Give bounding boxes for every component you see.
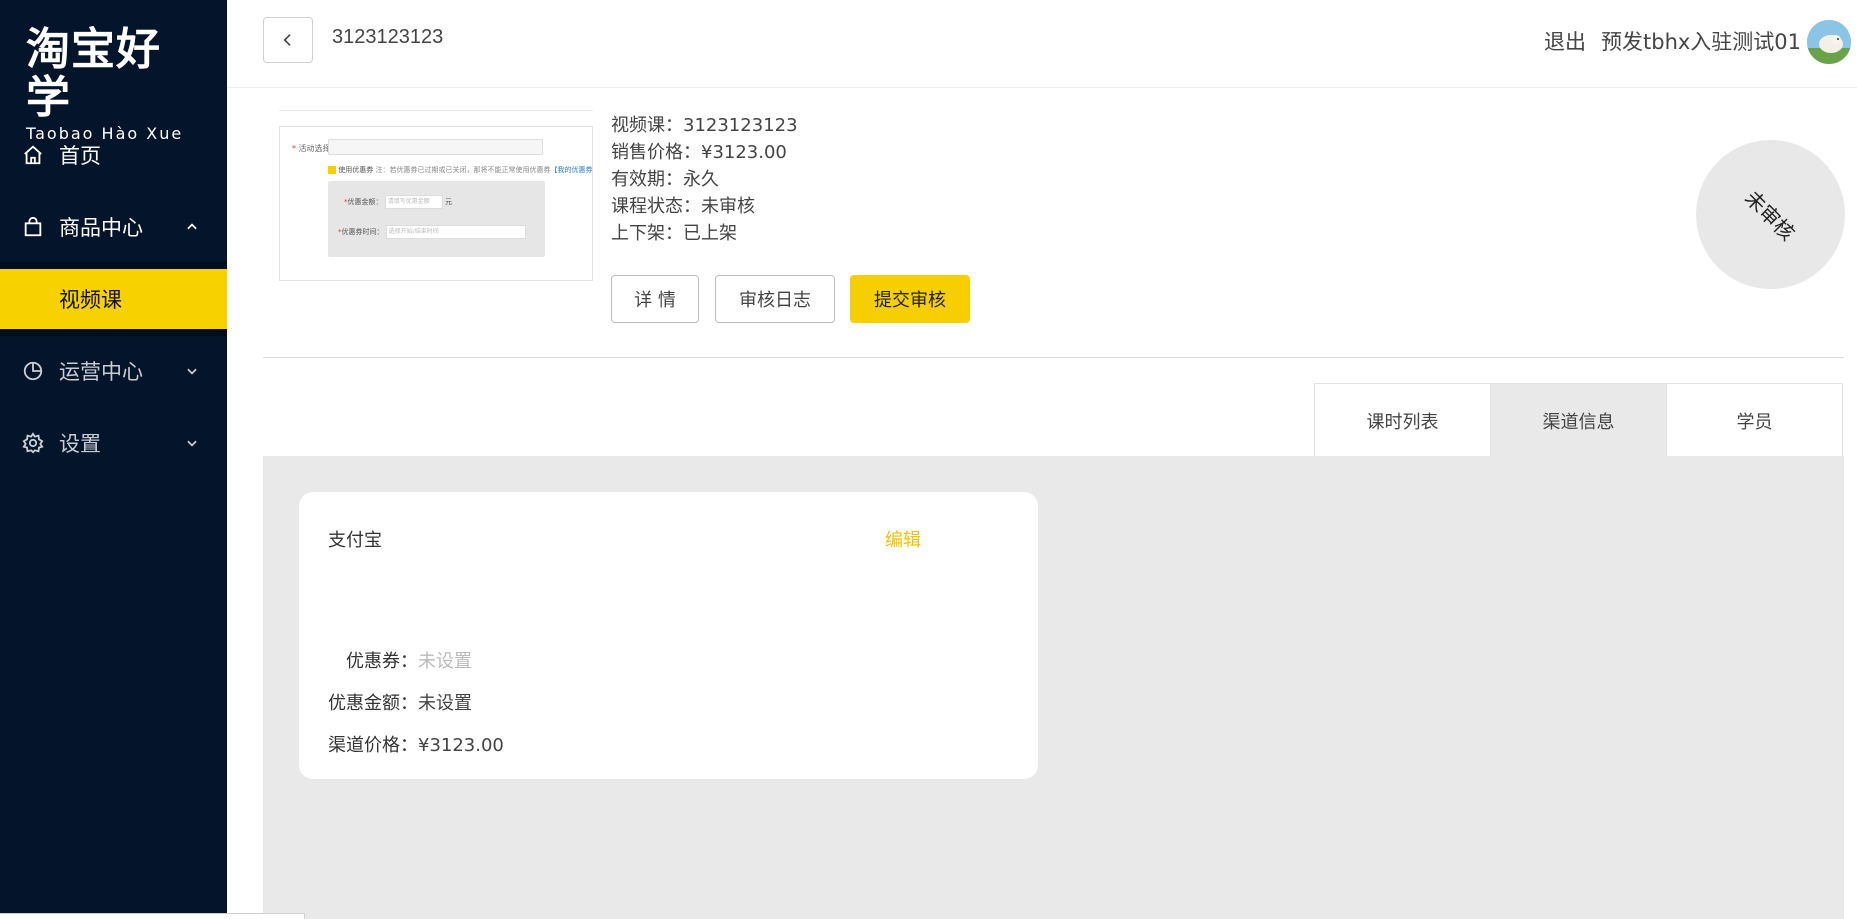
back-button[interactable] — [263, 17, 313, 63]
coupon-field: 优惠券：未设置 — [328, 647, 472, 673]
thumb-link: 【我的优惠券】 — [550, 166, 593, 174]
sidebar-item-label: 商品中心 — [59, 216, 143, 240]
tab-channel-info[interactable]: 渠道信息 — [1491, 384, 1667, 457]
section-divider — [263, 357, 1844, 358]
course-info: 视频课：3123123123 销售价格：¥3123.00 有效期：永久 课程状态… — [611, 112, 798, 247]
channel-card: 支付宝 编辑 优惠券：未设置 优惠金额：未设置 渠道价格：¥3123.00 — [299, 492, 1038, 779]
thumb-amount-input: 请填写优惠金额 — [384, 195, 443, 209]
thumb-amount-unit: 元 — [444, 198, 452, 206]
channel-price-field: 渠道价格：¥3123.00 — [328, 731, 504, 757]
gear-icon — [21, 431, 45, 455]
channel-price-label: 渠道价格： — [328, 735, 418, 756]
thumb-amount-label: 优惠金额： — [347, 198, 383, 206]
page-title: 3123123123 — [332, 26, 444, 48]
status-badge-text: 未审核 — [1739, 185, 1800, 246]
chevron-down-icon — [183, 434, 201, 452]
horizontal-scrollbar[interactable] — [0, 913, 305, 919]
tab-lesson-list[interactable]: 课时列表 — [1315, 384, 1491, 457]
sidebar-item-settings[interactable]: 设置 — [0, 413, 227, 473]
top-header: 3123123123 退出 预发tbhx入驻测试01 — [227, 0, 1857, 88]
thumb-coupon-check: 使用优惠券 — [338, 166, 374, 174]
sidebar-item-video-course[interactable]: 视频课 — [0, 269, 227, 329]
tab-bar: 课时列表 渠道信息 学员 — [1314, 383, 1843, 457]
chevron-down-icon — [183, 362, 201, 380]
sidebar-item-label: 设置 — [59, 432, 101, 456]
app-root: 淘宝好学 Taobao Hào Xue 首页 商品中心 视频课 运营中心 设置 … — [0, 0, 1857, 919]
sidebar-item-operations[interactable]: 运营中心 — [0, 341, 227, 401]
thumb-note: 注：若优惠券已过期或已关闭，那将不能正常使用优惠券 — [375, 166, 551, 174]
logout-link[interactable]: 退出 — [1544, 26, 1586, 56]
status-badge: 未审核 — [1696, 140, 1845, 289]
detail-button[interactable]: 详 情 — [611, 275, 699, 323]
course-video-name: 视频课：3123123123 — [611, 115, 798, 136]
checkbox-icon — [328, 166, 336, 174]
thumb-time-label: 优惠券时间： — [341, 228, 384, 236]
course-thumbnail: * 活动选择 使用优惠券 注：若优惠券已过期或已关闭，那将不能正常使用优惠券【我… — [279, 126, 593, 281]
edit-link[interactable]: 编辑 — [885, 526, 921, 552]
discount-label: 优惠金额： — [328, 693, 418, 714]
course-shelf-status: 上下架：已上架 — [611, 223, 737, 244]
thumbnail-topline — [279, 110, 593, 111]
chevron-up-icon — [183, 218, 201, 236]
sidebar-item-products[interactable]: 商品中心 — [0, 197, 227, 257]
sidebar: 淘宝好学 Taobao Hào Xue 首页 商品中心 视频课 运营中心 设置 — [0, 0, 227, 919]
thumb-select — [328, 139, 543, 155]
home-icon — [21, 143, 45, 167]
discount-value: 未设置 — [418, 693, 472, 714]
course-price: 销售价格：¥3123.00 — [611, 142, 787, 163]
bag-icon — [21, 215, 45, 239]
thumb-label: 活动选择 — [298, 144, 331, 153]
channel-content: 支付宝 编辑 优惠券：未设置 优惠金额：未设置 渠道价格：¥3123.00 — [263, 456, 1844, 919]
tab-students[interactable]: 学员 — [1667, 384, 1843, 457]
coupon-label: 优惠券： — [346, 651, 418, 672]
coupon-value: 未设置 — [418, 651, 472, 672]
thumb-time-input: 选择开始/结束时间 — [385, 225, 526, 239]
sidebar-item-label: 首页 — [59, 144, 101, 168]
submit-review-button[interactable]: 提交审核 — [850, 275, 970, 323]
avatar[interactable] — [1807, 20, 1851, 64]
logo-text: 淘宝好学 — [26, 24, 161, 123]
sidebar-item-label: 运营中心 — [59, 360, 143, 384]
sidebar-item-label: 视频课 — [59, 288, 122, 312]
course-status: 课程状态：未审核 — [611, 196, 755, 217]
channel-name: 支付宝 — [328, 530, 382, 551]
course-validity: 有效期：永久 — [611, 169, 719, 190]
audit-log-button[interactable]: 审核日志 — [715, 275, 835, 323]
username[interactable]: 预发tbhx入驻测试01 — [1601, 26, 1801, 56]
pie-chart-icon — [21, 359, 45, 383]
thumb-panel: *优惠金额： 请填写优惠金额 元 *优惠券时间： 选择开始/结束时间 — [328, 181, 545, 257]
channel-price-value: ¥3123.00 — [418, 735, 504, 756]
sidebar-item-home[interactable]: 首页 — [0, 125, 227, 185]
chevron-left-icon — [283, 34, 291, 46]
discount-field: 优惠金额：未设置 — [328, 689, 472, 715]
